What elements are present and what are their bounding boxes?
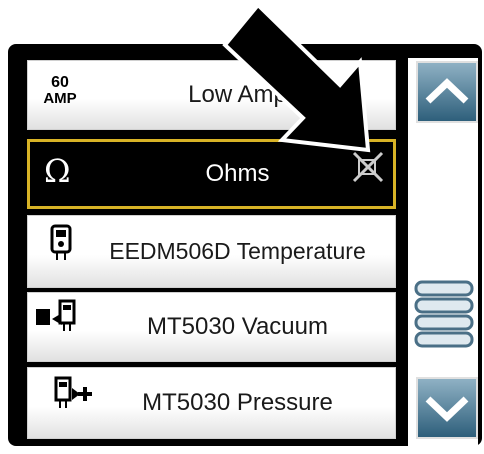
callout-arrow-icon: [222, 2, 371, 153]
